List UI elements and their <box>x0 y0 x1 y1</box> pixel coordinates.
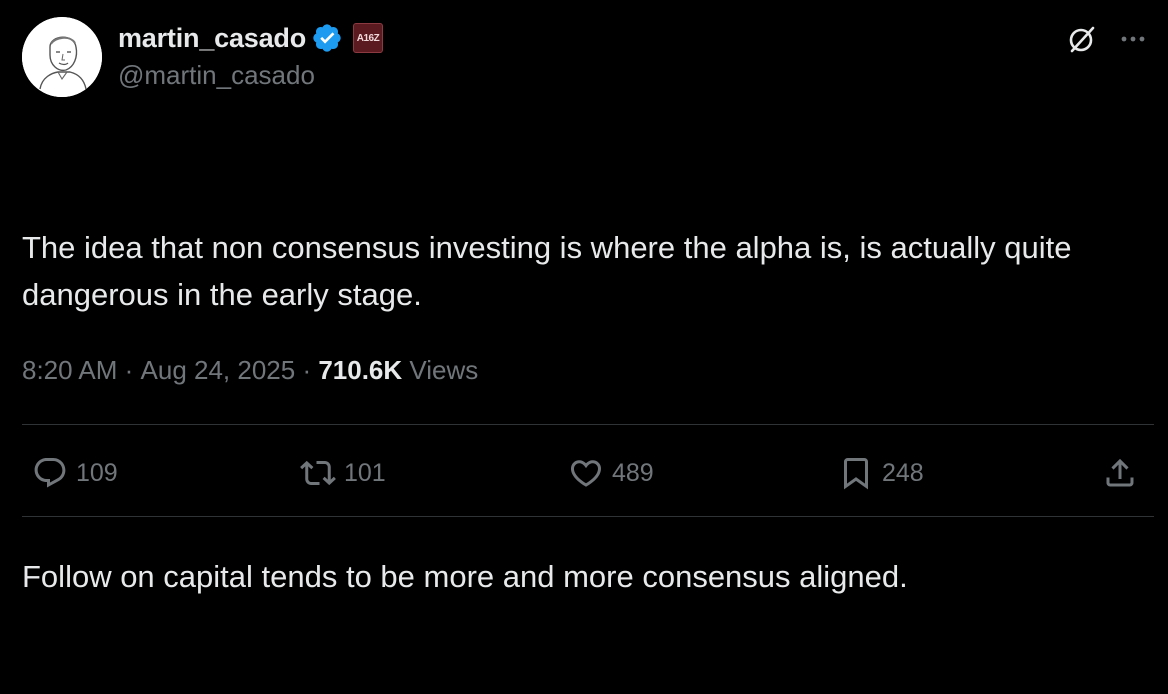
reply-button[interactable]: 109 <box>30 446 118 500</box>
divider <box>22 516 1154 517</box>
tweet-text: The idea that non consensus investing is… <box>22 130 1142 694</box>
like-button[interactable]: 489 <box>566 446 654 500</box>
tweet-time[interactable]: 8:20 AM <box>22 355 117 386</box>
verified-check-icon[interactable] <box>311 22 343 54</box>
bookmark-count: 248 <box>882 458 924 487</box>
avatar[interactable] <box>22 17 102 97</box>
author-handle[interactable]: @martin_casado <box>118 60 315 91</box>
retweet-icon <box>298 453 338 493</box>
more-options-icon[interactable] <box>1114 20 1152 58</box>
divider <box>22 424 1154 425</box>
meta-separator: · <box>295 355 319 385</box>
reply-count: 109 <box>76 458 118 487</box>
tweet-paragraph-1: The idea that non consensus investing is… <box>22 230 1081 312</box>
grok-icon[interactable] <box>1063 20 1101 58</box>
bookmark-button[interactable]: 248 <box>836 446 924 500</box>
tweet-date[interactable]: Aug 24, 2025 <box>141 355 296 386</box>
heart-icon <box>566 453 606 493</box>
like-count: 489 <box>612 458 654 487</box>
bookmark-icon <box>836 453 876 493</box>
action-bar: 109 101 489 248 <box>0 446 1168 500</box>
retweet-button[interactable]: 101 <box>298 446 386 500</box>
share-button[interactable] <box>1100 446 1140 500</box>
meta-separator: · <box>117 355 141 385</box>
reply-icon <box>30 453 70 493</box>
affiliation-badge[interactable]: A16Z <box>352 23 383 53</box>
retweet-count: 101 <box>344 458 386 487</box>
tweet-card: martin_casado A16Z @martin_casado The id… <box>0 0 1168 594</box>
avatar-sketch-icon <box>22 17 102 97</box>
author-name-row: martin_casado A16Z <box>118 20 383 56</box>
tweet-meta: 8:20 AM · Aug 24, 2025 · 710.6K Views <box>22 355 478 386</box>
views-label: Views <box>402 355 479 385</box>
tweet-paragraph-2: Follow on capital tends to be more and m… <box>22 559 908 594</box>
share-icon <box>1100 453 1140 493</box>
display-name[interactable]: martin_casado <box>118 23 306 54</box>
views-count[interactable]: 710.6K <box>318 355 402 386</box>
